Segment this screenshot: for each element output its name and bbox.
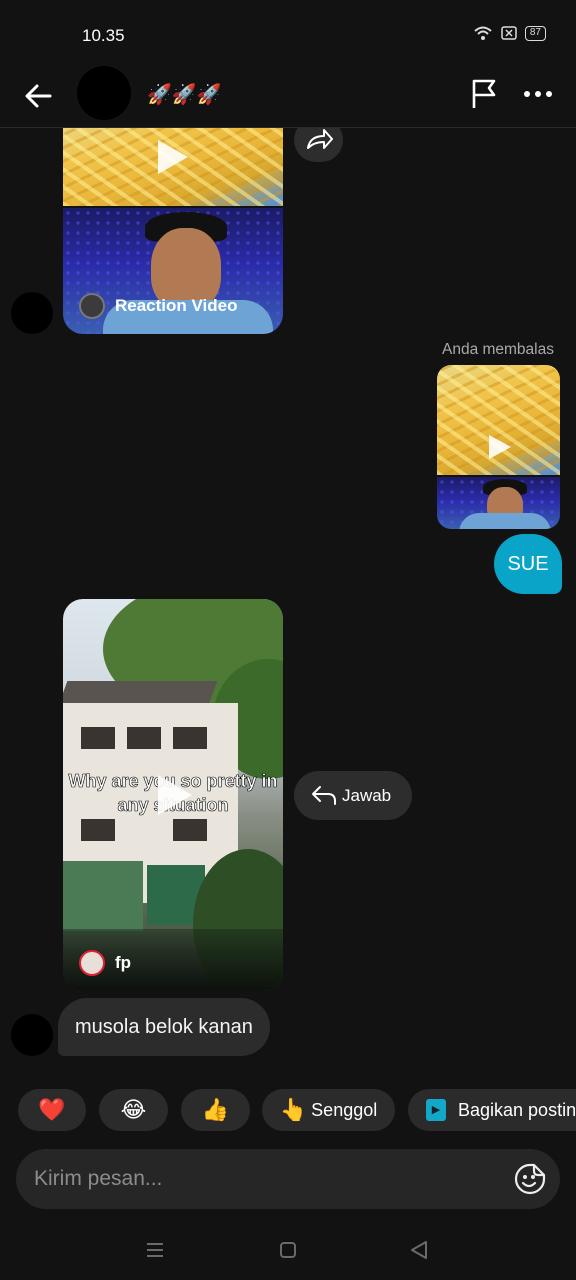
play-icon (158, 775, 192, 815)
sender-avatar[interactable] (11, 292, 53, 334)
battery-icon: 87 (524, 25, 546, 41)
headphone-icon (79, 293, 105, 319)
preview-thumbnail-person (437, 477, 560, 529)
quick-reply-heart[interactable]: ❤️ (18, 1089, 86, 1131)
message-composer (16, 1149, 560, 1209)
sent-message-bubble[interactable]: SUE (494, 534, 562, 594)
system-nav-bar (0, 1220, 576, 1280)
quick-reply-laugh[interactable]: 😂 (99, 1089, 168, 1131)
status-time: 10.35 (82, 26, 125, 45)
share-post-icon: ▶ (426, 1099, 446, 1121)
status-bar: 10.35 87 (0, 0, 576, 64)
reply-label: Anda membalas (441, 341, 554, 358)
nav-back-icon[interactable] (406, 1237, 432, 1263)
quick-reply-thumbs-up[interactable]: 👍 (181, 1089, 250, 1131)
play-icon (489, 435, 511, 459)
laugh-icon: 😂 (120, 1097, 147, 1122)
video-user-avatar (79, 950, 105, 976)
contact-name[interactable]: 🚀🚀🚀 (147, 82, 222, 107)
share-post-label: Bagikan postin (458, 1099, 576, 1120)
point-up-icon: 👆 (279, 1097, 308, 1122)
message-list[interactable]: Reaction Video Anda membalas SUE Why are… (0, 128, 576, 1078)
quick-reply-share-post[interactable]: ▶ Bagikan postin (408, 1089, 576, 1131)
menu-icon[interactable] (142, 1237, 168, 1263)
wifi-icon (474, 26, 492, 40)
contact-avatar[interactable] (77, 66, 131, 120)
flag-icon[interactable] (466, 76, 502, 112)
senggol-label: Senggol (311, 1099, 378, 1120)
reply-button-label: Jawab (342, 786, 392, 805)
shared-video-card-2[interactable]: Why are you so pretty in any situation f… (63, 599, 283, 991)
received-message-bubble[interactable]: musola belok kanan (58, 998, 270, 1056)
status-icons: 87 (473, 25, 546, 41)
preview-thumbnail-fries (437, 365, 560, 475)
reaction-video-label: Reaction Video (115, 296, 238, 315)
heart-icon: ❤️ (38, 1097, 66, 1122)
video-thumbnail-person: Reaction Video (63, 208, 283, 334)
message-input[interactable] (34, 1149, 494, 1209)
play-icon (158, 140, 188, 174)
sender-avatar[interactable] (11, 1014, 53, 1056)
shared-video-card[interactable]: Reaction Video (63, 128, 283, 334)
reply-button[interactable]: Jawab (294, 771, 412, 820)
share-arrow-icon (307, 129, 333, 149)
thumbs-up-icon: 👍 (201, 1097, 230, 1122)
video-user-label: fp (115, 953, 132, 972)
sticker-icon[interactable] (514, 1163, 546, 1195)
video-thumbnail-fries (63, 128, 283, 206)
replied-video-preview[interactable] (437, 365, 560, 529)
share-button[interactable] (294, 128, 343, 162)
chat-header: 🚀🚀🚀 (0, 64, 576, 128)
home-icon[interactable] (275, 1237, 301, 1263)
screen-record-icon (501, 26, 517, 40)
more-options-icon[interactable] (520, 76, 556, 112)
quick-replies-bar: ❤️ 😂 👍 👆 Senggol ▶ Bagikan postin (0, 1089, 576, 1133)
quick-reply-senggol[interactable]: 👆 Senggol (262, 1089, 395, 1131)
back-arrow-icon[interactable] (20, 76, 60, 116)
